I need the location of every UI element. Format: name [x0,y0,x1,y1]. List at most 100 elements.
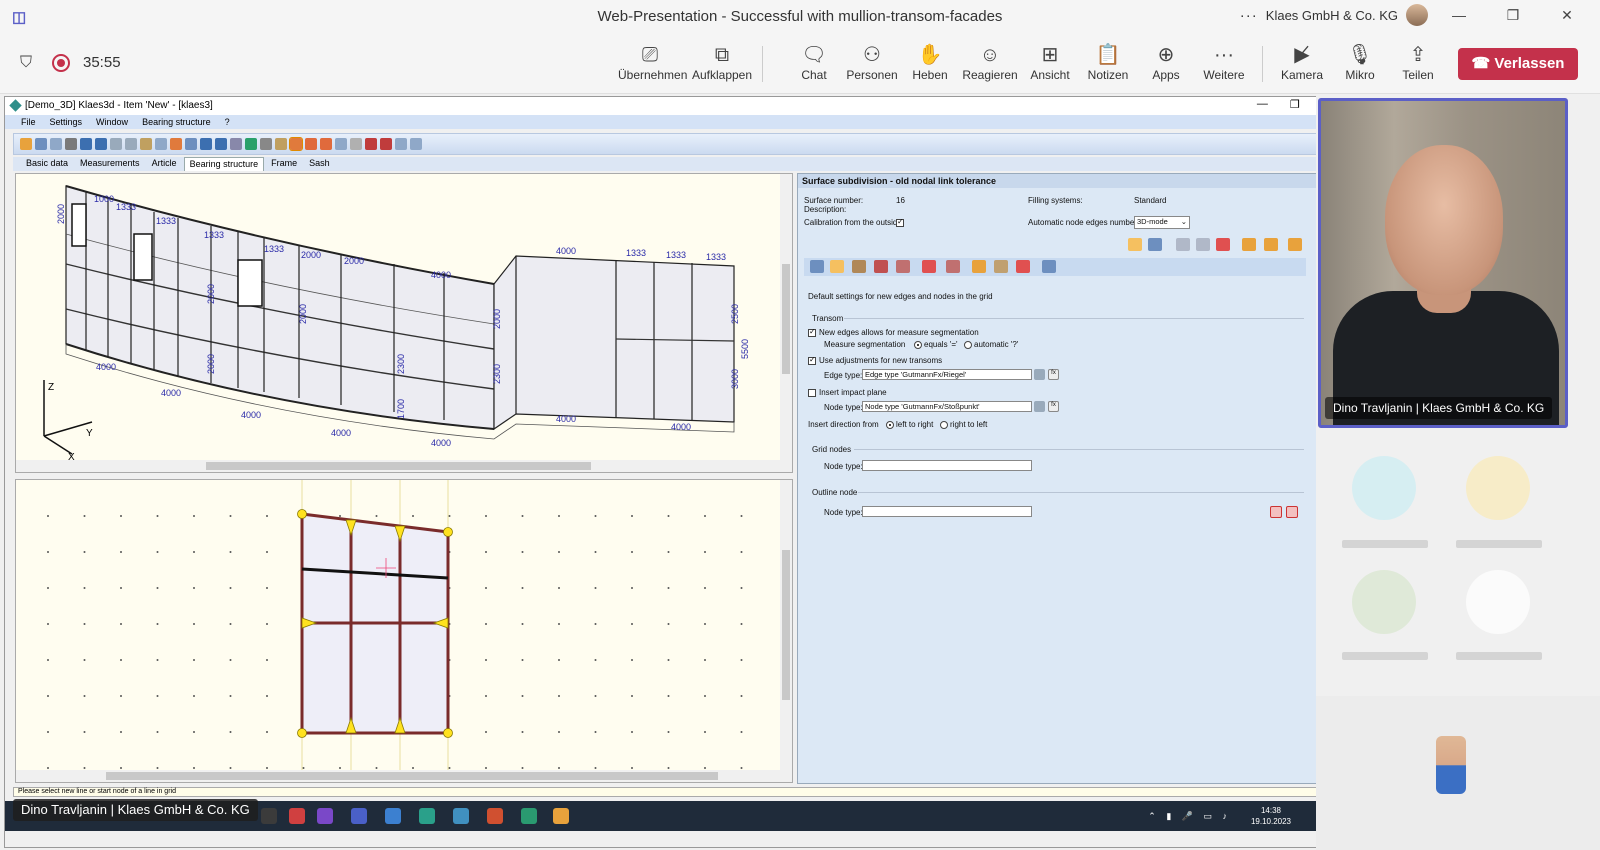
leave-button[interactable]: ☎ Verlassen [1458,48,1578,80]
react-button[interactable]: ☺ Reagieren [958,42,1022,90]
panel-tool-icon[interactable] [1196,238,1210,251]
use-adjust-checkbox[interactable] [808,355,816,365]
taskbar-app-icon[interactable] [553,808,569,824]
remove-node-icon[interactable] [1270,506,1282,518]
menu-file[interactable]: File [21,117,36,129]
taskbar-app-icon[interactable] [419,808,435,824]
taskbar-app-icon[interactable] [385,808,401,824]
self-video-tile[interactable] [1316,696,1600,850]
restore-icon[interactable]: ❐ [1490,7,1536,24]
toolbar-tool-icon[interactable] [230,138,242,150]
mic-button[interactable]: 🎙 Mikro [1328,42,1392,90]
toolbar-tool-icon[interactable] [170,138,182,150]
panel-tool-icon[interactable] [1288,238,1302,251]
pop-out-button[interactable]: ⧉ Aufklappen [690,42,754,90]
toolbar-tool-icon[interactable] [95,138,107,150]
new-edges-checkbox[interactable] [808,327,816,337]
facade-3d-view[interactable]: 1000 1333 1333 1333 1333 2000 2000 4000 … [15,173,793,473]
taskbar-app-icon[interactable] [351,808,367,824]
panel-tool-icon[interactable] [1242,238,1256,251]
minimize-icon[interactable]: — [1257,98,1268,111]
tab-basic-data[interactable]: Basic data [21,157,73,171]
horizontal-scrollbar[interactable] [16,460,792,472]
toolbar-tool-icon[interactable] [215,138,227,150]
ltr-radio[interactable] [886,420,894,429]
toolbar-tool-icon[interactable] [410,138,422,150]
restore-icon[interactable]: ❐ [1290,98,1300,111]
close-icon[interactable]: ✕ [1544,7,1590,24]
view-button[interactable]: ⊞ Ansicht [1018,42,1082,90]
auto-node-select[interactable]: 3D-mode ⌄ [1134,216,1190,229]
menu-window[interactable]: Window [96,117,128,129]
account-avatar[interactable] [1406,4,1428,26]
speaker-video-tile[interactable]: Dino Travljanin | Klaes GmbH & Co. KG [1318,98,1568,428]
toolbar-tool-icon[interactable] [20,138,32,150]
toolbar-tool-icon[interactable] [289,137,303,151]
tab-sash[interactable]: Sash [304,157,335,171]
participant-avatar[interactable] [1466,570,1530,634]
camera-button[interactable]: ▶̸ Kamera [1270,42,1334,90]
panel-tool-icon[interactable] [922,260,936,273]
participant-avatar[interactable] [1352,456,1416,520]
toolbar-tool-icon[interactable] [185,138,197,150]
automatic-radio[interactable] [964,340,972,349]
equals-radio[interactable] [914,340,922,349]
formula-icon[interactable]: fx [1048,401,1059,412]
toolbar-tool-icon[interactable] [65,138,77,150]
panel-tool-icon[interactable] [874,260,888,273]
calibration-checkbox[interactable] [896,217,904,227]
toolbar-tool-icon[interactable] [110,138,122,150]
tab-frame[interactable]: Frame [266,157,302,171]
share-button[interactable]: ⇪ Teilen [1386,42,1450,90]
grid-2d-view[interactable] [15,479,793,783]
participant-avatar[interactable] [1466,456,1530,520]
menu-bearing-structure[interactable]: Bearing structure [142,117,211,129]
toolbar-tool-icon[interactable] [140,138,152,150]
rtl-radio[interactable] [940,420,948,429]
notes-button[interactable]: 📋 Notizen [1076,42,1140,90]
taskbar-app-icon[interactable] [453,808,469,824]
panel-tool-icon[interactable] [810,260,824,273]
edge-type-field[interactable]: Edge type 'GutmannFx/Riegel' [862,369,1032,380]
tab-article[interactable]: Article [147,157,182,171]
participant-avatar[interactable] [1352,570,1416,634]
shield-icon[interactable]: ⛉ [20,54,38,72]
taskbar-app-icon[interactable] [261,808,277,824]
panel-tool-icon[interactable] [994,260,1008,273]
panel-tool-icon[interactable] [852,260,866,273]
taskbar-app-icon[interactable] [487,808,503,824]
horizontal-scrollbar[interactable] [16,770,792,782]
list-icon[interactable] [1034,369,1045,380]
remove-all-nodes-icon[interactable] [1286,506,1298,518]
toolbar-tool-icon[interactable] [305,138,317,150]
toolbar-tool-icon[interactable] [260,138,272,150]
menu-settings[interactable]: Settings [50,117,83,129]
vertical-scrollbar[interactable] [780,174,792,472]
chat-button[interactable]: 🗨 Chat [782,42,846,90]
toolbar-tool-icon[interactable] [125,138,137,150]
toolbar-tool-icon[interactable] [365,138,377,150]
formula-icon[interactable]: fx [1048,369,1059,380]
panel-tool-icon[interactable] [896,260,910,273]
panel-tool-icon[interactable] [1128,238,1142,251]
taskbar-app-icon[interactable] [289,808,305,824]
panel-tool-icon[interactable] [1176,238,1190,251]
panel-tool-icon[interactable] [1216,238,1230,251]
menu-help[interactable]: ? [225,117,230,129]
toolbar-tool-icon[interactable] [245,138,257,150]
minimize-icon[interactable]: — [1436,7,1482,23]
panel-tool-icon[interactable] [830,260,844,273]
toolbar-tool-icon[interactable] [35,138,47,150]
panel-tool-icon[interactable] [946,260,960,273]
node-type-field[interactable]: Node type 'GutmannFx/Stoßpunkt' [862,401,1032,412]
outline-node-type-field[interactable] [862,506,1032,517]
toolbar-tool-icon[interactable] [380,138,392,150]
panel-tool-icon[interactable] [1042,260,1056,273]
tab-measurements[interactable]: Measurements [75,157,145,171]
panel-tool-icon[interactable] [1264,238,1278,251]
tab-bearing-structure[interactable]: Bearing structure [183,157,265,171]
grid-node-type-field[interactable] [862,460,1032,471]
toolbar-tool-icon[interactable] [50,138,62,150]
taskbar-app-icon[interactable] [317,808,333,824]
more-options-icon[interactable]: ··· [1240,7,1258,24]
